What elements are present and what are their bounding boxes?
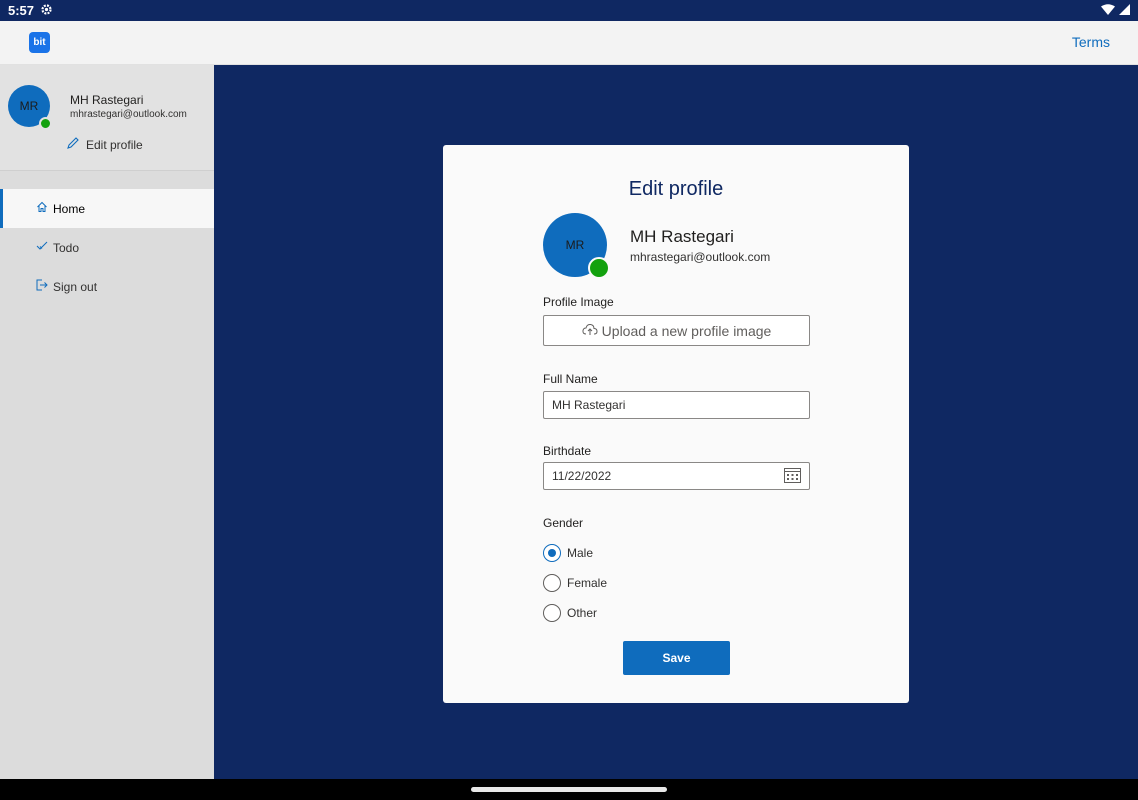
sidebar-item-label: Sign out xyxy=(53,279,98,294)
presence-badge xyxy=(39,117,52,130)
sidebar-item-todo[interactable]: Todo xyxy=(0,228,214,267)
sidebar-item-home[interactable]: Home xyxy=(0,189,214,228)
home-icon xyxy=(36,201,48,216)
wifi-icon xyxy=(1101,3,1115,18)
edit-profile-link[interactable]: Edit profile xyxy=(66,136,143,153)
upload-image-button[interactable]: Upload a new profile image xyxy=(543,315,810,346)
upload-label: Upload a new profile image xyxy=(601,322,772,339)
settings-icon xyxy=(40,3,53,19)
sidebar-item-label: Todo xyxy=(53,240,80,255)
page-title: Edit profile xyxy=(628,178,724,200)
gender-option-other[interactable]: Other xyxy=(543,604,597,622)
profile-user-email: mhrastegari@outlook.com xyxy=(630,250,771,264)
signal-icon xyxy=(1119,3,1130,18)
gender-option-label: Female xyxy=(567,576,608,590)
sidebar: MR MH Rastegari mhrastegari@outlook.com … xyxy=(0,65,214,779)
status-time: 5:57 xyxy=(8,3,35,18)
birthdate-field[interactable]: 11/22/2022 xyxy=(543,462,810,490)
radio-button[interactable] xyxy=(543,574,561,592)
birthdate-value: 11/22/2022 xyxy=(552,469,612,483)
status-bar: 5:57 xyxy=(0,0,1138,21)
edit-profile-label: Edit profile xyxy=(86,137,143,152)
calendar-icon[interactable] xyxy=(784,467,801,486)
gender-option-label: Male xyxy=(567,546,594,560)
profile-image-label: Profile Image xyxy=(543,295,614,309)
sidebar-profile: MR MH Rastegari mhrastegari@outlook.com … xyxy=(0,65,214,171)
home-gesture-handle[interactable] xyxy=(471,787,667,792)
profile-user-name: MH Rastegari xyxy=(630,227,734,246)
app-logo[interactable]: bit xyxy=(29,32,50,53)
sidebar-user-email: mhrastegari@outlook.com xyxy=(70,109,187,120)
navigation-bar xyxy=(0,779,1138,800)
full-name-label: Full Name xyxy=(543,372,598,386)
save-button[interactable]: Save xyxy=(623,641,730,675)
cloud-upload-icon xyxy=(582,323,598,339)
gender-option-male[interactable]: Male xyxy=(543,544,593,562)
gender-option-label: Other xyxy=(567,606,598,620)
checkmark-icon xyxy=(36,240,48,255)
sidebar-item-label: Home xyxy=(53,201,86,216)
edit-profile-card: Edit profile MR MH Rastegari mhrastegari… xyxy=(443,145,909,703)
sidebar-user-name: MH Rastegari xyxy=(70,93,144,107)
terms-link[interactable]: Terms xyxy=(1072,34,1110,50)
radio-button[interactable] xyxy=(543,544,561,562)
sidebar-nav: Home Todo Sign out xyxy=(0,189,214,306)
full-name-input[interactable] xyxy=(543,391,810,419)
sign-out-icon xyxy=(36,279,48,294)
app-header: bit Terms xyxy=(0,21,1138,65)
gender-option-female[interactable]: Female xyxy=(543,574,607,592)
birthdate-label: Birthdate xyxy=(543,444,592,458)
main-content: Edit profile MR MH Rastegari mhrastegari… xyxy=(214,65,1138,779)
presence-badge xyxy=(588,257,610,279)
sidebar-item-sign-out[interactable]: Sign out xyxy=(0,267,214,306)
gender-label: Gender xyxy=(543,516,584,530)
radio-button[interactable] xyxy=(543,604,561,622)
pencil-icon xyxy=(66,136,80,153)
